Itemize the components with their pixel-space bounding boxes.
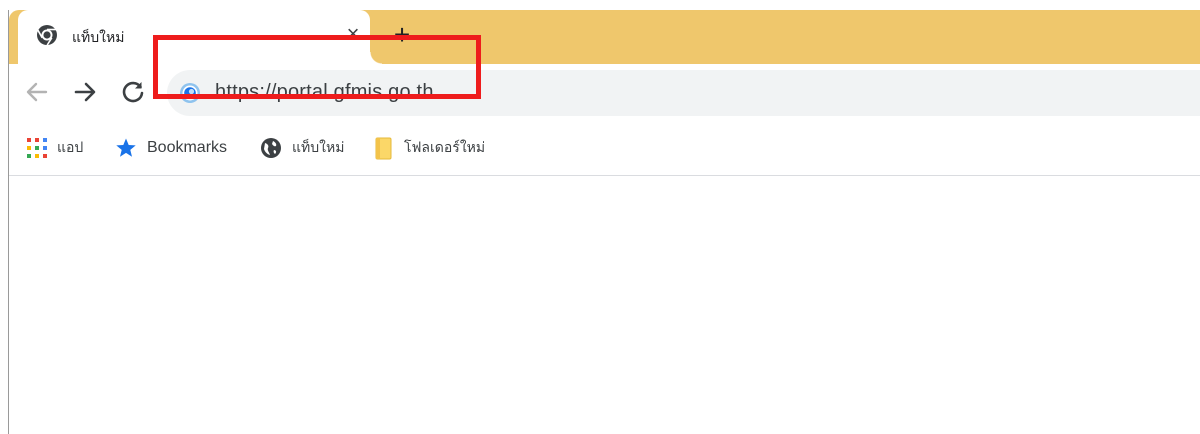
tab-title: แท็บใหม่ (72, 30, 125, 46)
bookmark-new-folder[interactable]: โฟลเดอร์ใหม่ (374, 136, 485, 160)
chrome-icon (37, 25, 57, 46)
bookmarks-bar: แอป Bookmarks แท็บใหม่ โฟลเดอร์ใหม่ (9, 120, 1200, 176)
globe-icon (261, 138, 281, 158)
reload-icon[interactable] (119, 78, 147, 106)
url-highlight-box (153, 35, 481, 99)
bookmark-label: Bookmarks (147, 139, 228, 156)
folder-icon (375, 137, 392, 160)
page-content (9, 176, 1200, 434)
apps-grid-icon (27, 138, 47, 158)
bookmark-new-tab[interactable]: แท็บใหม่ (260, 136, 344, 160)
arrow-left-icon[interactable] (23, 78, 51, 106)
bookmark-label: แอป (57, 140, 84, 156)
bookmark-apps[interactable]: แอป (27, 136, 83, 160)
star-icon (116, 138, 136, 157)
bookmark-label: แท็บใหม่ (292, 140, 345, 156)
arrow-right-icon[interactable] (71, 78, 99, 106)
bookmark-label: โฟลเดอร์ใหม่ (404, 140, 486, 156)
bookmark-bookmarks[interactable]: Bookmarks (115, 136, 227, 160)
